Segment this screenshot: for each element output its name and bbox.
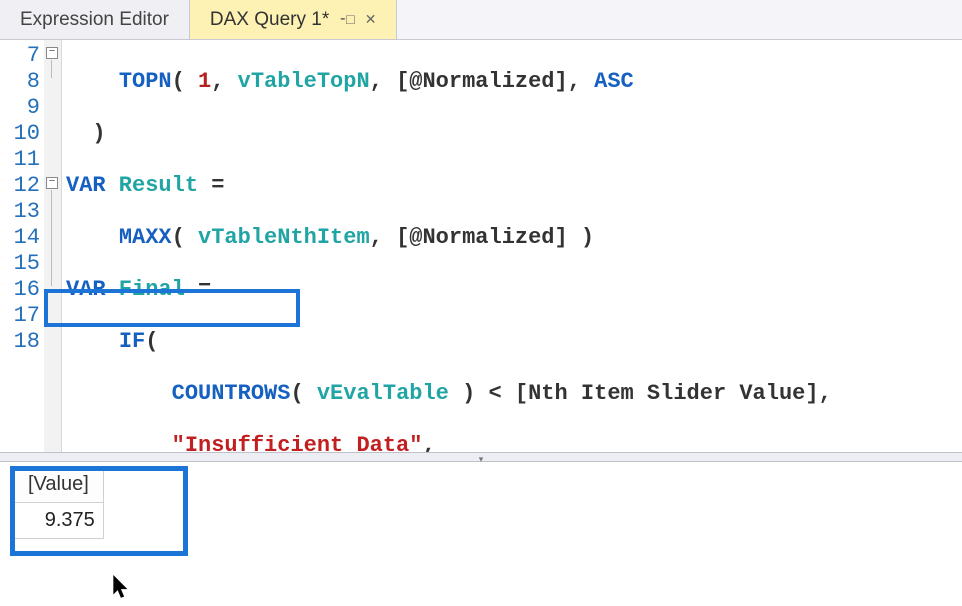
- tok: ,: [819, 381, 832, 406]
- line-number: 9: [0, 95, 44, 121]
- tok: ,: [568, 69, 594, 94]
- line-number: 12: [0, 173, 44, 199]
- line-number: 15: [0, 251, 44, 277]
- fold-line: [51, 60, 52, 78]
- tok: ,: [370, 225, 396, 250]
- tok: ,: [211, 69, 237, 94]
- line-number: 16: [0, 277, 44, 303]
- tok-fn: TOPN: [119, 69, 172, 94]
- tok-col: [Nth Item Slider Value]: [502, 381, 819, 406]
- tab-dax-query[interactable]: DAX Query 1* ⁃□ ✕: [190, 0, 398, 39]
- tab-label: DAX Query 1*: [210, 9, 329, 31]
- tok-tbl: vTableNthItem: [198, 225, 370, 250]
- tok: =: [198, 277, 211, 302]
- close-icon[interactable]: ✕: [365, 11, 377, 28]
- tok-var: Final: [106, 277, 198, 302]
- tok: ): [92, 121, 105, 146]
- tok-tbl: vTableTopN: [238, 69, 370, 94]
- tok: <: [489, 381, 502, 406]
- results-pane: [Value] 9.375: [0, 466, 962, 604]
- tok-kw: VAR: [66, 277, 106, 302]
- tok-col: [@Normalized]: [396, 69, 568, 94]
- line-number-gutter: 7 8 9 10 11 12 13 14 15 16 17 18: [0, 40, 44, 452]
- tok-var: Result: [106, 173, 212, 198]
- tok-tbl: vEvalTable: [317, 381, 449, 406]
- tok-kw: ASC: [594, 69, 634, 94]
- line-number: 17: [0, 303, 44, 329]
- code-content[interactable]: TOPN( 1, vTableTopN, [@Normalized], ASC …: [62, 40, 962, 452]
- tok: ,: [370, 69, 396, 94]
- tok-fn: COUNTROWS: [172, 381, 291, 406]
- tok-num: 1: [198, 69, 211, 94]
- fold-line: [51, 190, 52, 286]
- line-number: 7: [0, 43, 44, 69]
- tok: ): [449, 381, 489, 406]
- tok-fn: MAXX: [119, 225, 172, 250]
- line-number: 18: [0, 329, 44, 355]
- line-number: 14: [0, 225, 44, 251]
- line-number: 10: [0, 121, 44, 147]
- result-header[interactable]: [Value]: [14, 467, 104, 503]
- tok: =: [211, 173, 224, 198]
- code-editor[interactable]: 7 8 9 10 11 12 13 14 15 16 17 18 − − TOP…: [0, 40, 962, 452]
- tok-col: [@Normalized]: [396, 225, 568, 250]
- pin-icon[interactable]: ⁃□: [339, 11, 354, 28]
- tok: ,: [422, 433, 435, 452]
- tok-kw: VAR: [66, 173, 106, 198]
- result-cell[interactable]: 9.375: [14, 503, 104, 539]
- tok-fn: IF: [119, 329, 145, 354]
- tab-label: Expression Editor: [20, 9, 169, 31]
- fold-gutter: − −: [44, 40, 62, 452]
- tok: (: [145, 329, 158, 354]
- tab-expression-editor[interactable]: Expression Editor: [0, 0, 190, 39]
- pane-splitter[interactable]: ▾: [0, 452, 962, 462]
- tok: (: [172, 69, 198, 94]
- tok-str: "Insufficient Data": [172, 433, 423, 452]
- tok: ): [568, 225, 594, 250]
- line-number: 11: [0, 147, 44, 173]
- tab-strip: Expression Editor DAX Query 1* ⁃□ ✕: [0, 0, 962, 40]
- line-number: 13: [0, 199, 44, 225]
- fold-toggle-icon[interactable]: −: [46, 177, 58, 189]
- line-number: 8: [0, 69, 44, 95]
- results-table: [Value] 9.375: [13, 466, 104, 539]
- tok: (: [172, 225, 198, 250]
- chevron-down-icon: ▾: [479, 454, 484, 465]
- tok: (: [290, 381, 316, 406]
- fold-toggle-icon[interactable]: −: [46, 47, 58, 59]
